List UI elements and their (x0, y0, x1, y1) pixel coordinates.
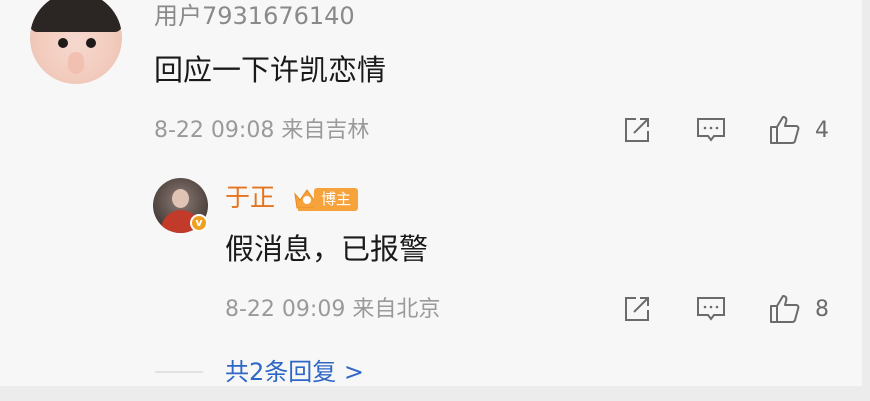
like-count: 4 (815, 118, 829, 143)
share-icon[interactable] (622, 294, 652, 328)
reply-username[interactable]: 于正 (225, 181, 275, 215)
like-icon[interactable] (768, 113, 802, 151)
comment-icon[interactable] (695, 294, 727, 328)
blogger-badge: 博主 (292, 185, 362, 213)
page-edge (0, 386, 870, 401)
page-edge (862, 0, 870, 401)
reply-text: 假消息，已报警 (225, 232, 429, 266)
comment-panel: 用户7931676140 回应一下许凯恋情 8-22 09:08 来自吉林 4 … (0, 0, 862, 386)
like-icon[interactable] (768, 292, 802, 330)
comment-meta: 8-22 09:08 来自吉林 (154, 118, 370, 143)
comment-icon[interactable] (695, 115, 727, 149)
comment-text: 回应一下许凯恋情 (154, 53, 387, 87)
reply-like-count: 8 (815, 297, 829, 322)
more-replies-link[interactable]: 共2条回复 > (225, 356, 364, 388)
reply-meta: 8-22 09:09 来自北京 (225, 297, 441, 322)
share-icon[interactable] (622, 115, 652, 149)
divider (155, 371, 203, 373)
comment-username[interactable]: 用户7931676140 (154, 0, 355, 32)
avatar[interactable] (30, 0, 122, 84)
blogger-badge-label: 博主 (314, 188, 359, 211)
verified-icon: v (190, 214, 208, 232)
